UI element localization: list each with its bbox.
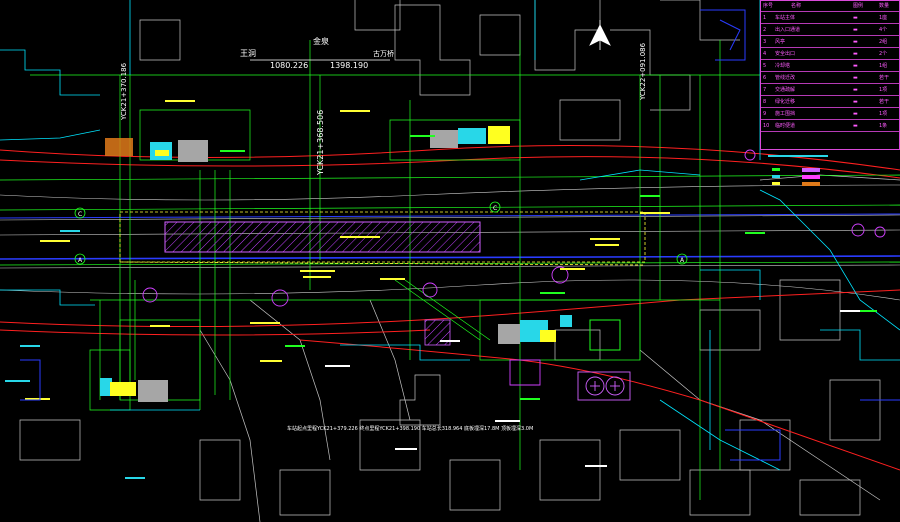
legend-cell-qty: 1条 xyxy=(879,123,888,129)
bottom-station-note: 车站起点里程YCK21+379.226 终点里程YCK21+398.190 车站… xyxy=(287,425,533,432)
legend-header-symbol: 图例 xyxy=(853,3,864,9)
legend-cell-no: 10 xyxy=(763,123,770,129)
chainage-label-left: 1080.226 xyxy=(270,61,308,70)
station-label-left: 王洞 xyxy=(240,48,256,58)
legend-cell-name: 风亭 xyxy=(775,39,786,45)
legend-cell-no: 9 xyxy=(763,111,767,117)
legend-table: 序号 名称 图例 数量 1 车站主体 ▬ 1座 2 出入口通道 ▬ 4个 3 风… xyxy=(760,0,900,150)
legend-cell-name: 车站主体 xyxy=(775,15,796,21)
legend-cell-no: 5 xyxy=(763,63,767,69)
legend-cell-no: 1 xyxy=(763,15,767,21)
legend-cell-symbol: ▬ xyxy=(853,15,858,21)
legend-header-no: 序号 xyxy=(763,3,774,9)
legend-cell-symbol: ▬ xyxy=(853,39,858,45)
legend-cell-no: 7 xyxy=(763,87,767,93)
legend-cell-name: 临时便道 xyxy=(775,123,796,129)
legend-row: 5 冷却塔 ▬ 1组 xyxy=(761,61,899,72)
legend-cell-qty: 4个 xyxy=(879,27,888,33)
legend-cell-symbol: ▬ xyxy=(853,123,858,129)
legend-cell-symbol: ▬ xyxy=(853,51,858,57)
station-label-right: 古万桥 xyxy=(373,49,394,58)
chainage-vertical-3: YCK22+091.086 xyxy=(639,42,647,101)
legend-cell-symbol: ▬ xyxy=(853,27,858,33)
chainage-vertical-1: YCK21+370.186 xyxy=(120,62,128,121)
legend-cell-no: 3 xyxy=(763,39,767,45)
legend-header-name: 名称 xyxy=(791,3,802,9)
legend-cell-qty: 若干 xyxy=(879,75,890,81)
legend-cell-name: 冷却塔 xyxy=(775,63,791,69)
chainage-label-right: 1398.190 xyxy=(330,61,368,70)
legend-cell-symbol: ▬ xyxy=(853,111,858,117)
station-label-mid: 金泉 xyxy=(313,36,329,46)
legend-row: 3 风亭 ▬ 2组 xyxy=(761,37,899,48)
legend-cell-qty: 1项 xyxy=(879,111,888,117)
legend-row: 4 安全出口 ▬ 2个 xyxy=(761,49,899,60)
legend-cell-name: 管线迁改 xyxy=(775,75,796,81)
axis-label-c-right: C xyxy=(493,205,497,212)
legend-cell-qty: 1组 xyxy=(879,63,888,69)
legend-cell-no: 4 xyxy=(763,51,767,57)
legend-cell-name: 绿化迁移 xyxy=(775,99,796,105)
legend-cell-name: 施工围挡 xyxy=(775,111,796,117)
legend-cell-no: 2 xyxy=(763,27,767,33)
legend-cell-no: 6 xyxy=(763,75,767,81)
legend-cell-name: 安全出口 xyxy=(775,51,796,57)
legend-row: 7 交通疏解 ▬ 1项 xyxy=(761,85,899,96)
legend-cell-qty: 1项 xyxy=(879,87,888,93)
legend-row: 8 绿化迁移 ▬ 若干 xyxy=(761,97,899,108)
legend-cell-no: 8 xyxy=(763,99,767,105)
station-main-body[interactable] xyxy=(164,221,481,253)
legend-header-row: 序号 名称 图例 数量 xyxy=(761,1,899,12)
axis-label-c-left: C xyxy=(78,211,82,218)
legend-row: 1 车站主体 ▬ 1座 xyxy=(761,13,899,24)
legend-header-qty: 数量 xyxy=(879,3,890,9)
legend-cell-symbol: ▬ xyxy=(853,63,858,69)
legend-cell-qty: 若干 xyxy=(879,99,890,105)
legend-cell-symbol: ▬ xyxy=(853,99,858,105)
legend-cell-qty: 1座 xyxy=(879,15,888,21)
legend-row: 9 施工围挡 ▬ 1项 xyxy=(761,109,899,120)
legend-cell-name: 交通疏解 xyxy=(775,87,796,93)
legend-cell-qty: 2组 xyxy=(879,39,888,45)
chainage-vertical-2: YCK21+368.506 xyxy=(316,110,325,176)
legend-cell-name: 出入口通道 xyxy=(775,27,801,33)
legend-row: 2 出入口通道 ▬ 4个 xyxy=(761,25,899,36)
legend-row: 6 管线迁改 ▬ 若干 xyxy=(761,73,899,84)
legend-cell-symbol: ▬ xyxy=(853,75,858,81)
legend-cell-symbol: ▬ xyxy=(853,87,858,93)
legend-row: 10 临时便道 ▬ 1条 xyxy=(761,121,899,132)
legend-cell-qty: 2个 xyxy=(879,51,888,57)
